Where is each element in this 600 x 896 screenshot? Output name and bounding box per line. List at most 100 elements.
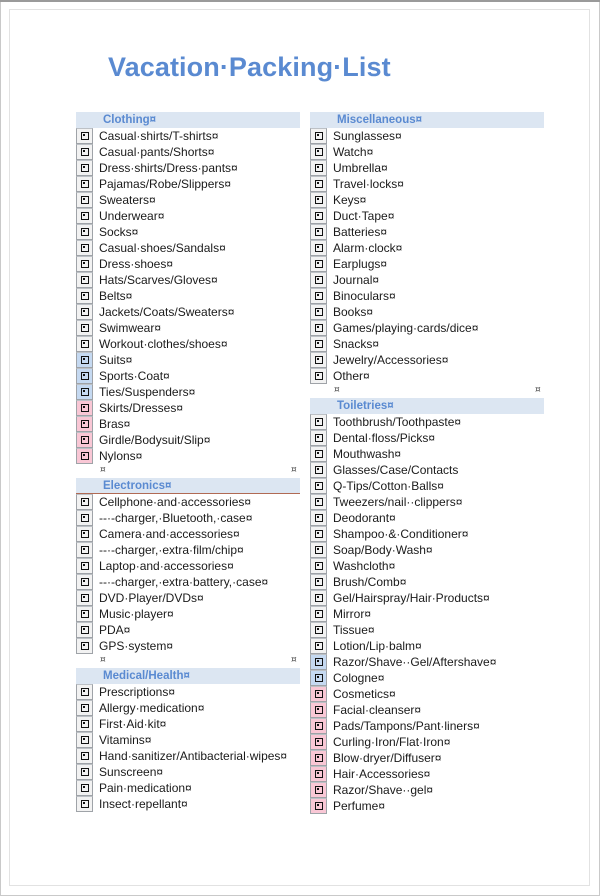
checkbox-cell-allergymedication[interactable]: [76, 700, 93, 716]
checkbox-cell-perfume[interactable]: [310, 798, 327, 814]
table-move-handle-icon[interactable]: ¤: [334, 386, 340, 395]
checkbox-cell-musicplayer[interactable]: [76, 606, 93, 622]
checkbox-cell-cellphoneandaccessories[interactable]: [76, 494, 93, 510]
checkbox-cell-painmedication[interactable]: [76, 780, 93, 796]
checkbox-cell-soap-bodywash[interactable]: [310, 542, 327, 558]
checkbox-cell-glasses-case-contacts[interactable]: [310, 462, 327, 478]
checkbox-cell-games-playingcards-dice[interactable]: [310, 320, 327, 336]
checkbox-cell-pajamas-robe-slippers[interactable]: [76, 176, 93, 192]
checkbox-cell-batteries[interactable]: [310, 224, 327, 240]
checkbox-cell-sportscoat[interactable]: [76, 368, 93, 384]
checkbox-cell-girdle-bodysuit-slip[interactable]: [76, 432, 93, 448]
checkbox-cell-insectrepellant[interactable]: [76, 796, 93, 812]
checkbox-cell-belts[interactable]: [76, 288, 93, 304]
list-item: Deodorant¤: [310, 510, 544, 526]
checkbox-cell-dressshoes[interactable]: [76, 256, 93, 272]
checkbox-cell-gel-hairspray-hairproducts[interactable]: [310, 590, 327, 606]
checkbox-cell-tweezers-nailclippers[interactable]: [310, 494, 327, 510]
section-electronics: Electronics¤ Cellphone·and·accessories¤ --…: [76, 478, 300, 654]
checkbox-cell-sunscreen[interactable]: [76, 764, 93, 780]
checkbox-cell-charger-extrabattery-case[interactable]: [76, 574, 93, 590]
table-resize-handle-icon[interactable]: ¤: [291, 466, 297, 475]
checkbox-cell-toothbrush-toothpaste[interactable]: [310, 414, 327, 430]
checkbox-cell-books[interactable]: [310, 304, 327, 320]
checkbox-cell-sweaters[interactable]: [76, 192, 93, 208]
item-label-insectrepellant: Insect·repellant¤: [99, 797, 188, 811]
checkbox-cell-shampoo-conditioner[interactable]: [310, 526, 327, 542]
checkbox-cell-sunglasses[interactable]: [310, 128, 327, 144]
checkbox-cell-earplugs[interactable]: [310, 256, 327, 272]
list-item: Socks¤: [76, 224, 300, 240]
table-move-handle-icon[interactable]: ¤: [100, 466, 106, 475]
checkbox-cell-curlingiron-flatiron[interactable]: [310, 734, 327, 750]
checkbox-cell-casualshoes-sandals[interactable]: [76, 240, 93, 256]
checkbox-cell-swimwear[interactable]: [76, 320, 93, 336]
checkbox-cell-dentalfloss-picks[interactable]: [310, 430, 327, 446]
checkbox-cell-journal[interactable]: [310, 272, 327, 288]
checkbox-cell-brush-comb[interactable]: [310, 574, 327, 590]
checkbox-cell-travellocks[interactable]: [310, 176, 327, 192]
checkbox-icon: [314, 738, 323, 746]
checkbox-cell-ties-suspenders[interactable]: [76, 384, 93, 400]
checkbox-cell-casualpants-shorts[interactable]: [76, 144, 93, 160]
checkbox-cell-alarmclock[interactable]: [310, 240, 327, 256]
checkbox-cell-jewelry-accessories[interactable]: [310, 352, 327, 368]
checkbox-cell-dressshirts-dresspants[interactable]: [76, 160, 93, 176]
table-resize-handle-icon[interactable]: ¤: [291, 656, 297, 665]
checkbox-cell-razor-shavegel-aftershave[interactable]: [310, 654, 327, 670]
checkbox-cell-facialcleanser[interactable]: [310, 702, 327, 718]
list-item: Dress·shoes¤: [76, 256, 300, 272]
checkbox-cell-cameraandaccessories[interactable]: [76, 526, 93, 542]
checkbox-icon: [80, 768, 89, 776]
checkbox-cell-charger-bluetooth-case[interactable]: [76, 510, 93, 526]
item-label-perfume: Perfume¤: [333, 799, 386, 813]
checkbox-cell-socks[interactable]: [76, 224, 93, 240]
checkbox-cell-jackets-coats-sweaters[interactable]: [76, 304, 93, 320]
checkbox-cell-hairaccessories[interactable]: [310, 766, 327, 782]
checkbox-cell-charger-extrafilm-chip[interactable]: [76, 542, 93, 558]
checkbox-cell-skirts-dresses[interactable]: [76, 400, 93, 416]
checkbox-cell-firstaidkit[interactable]: [76, 716, 93, 732]
checkbox-cell-snacks[interactable]: [310, 336, 327, 352]
checkbox-cell-q-tips-cottonballs[interactable]: [310, 478, 327, 494]
checkbox-cell-ducttape[interactable]: [310, 208, 327, 224]
checkbox-cell-tissue[interactable]: [310, 622, 327, 638]
list-item: Mirror¤: [310, 606, 544, 622]
checkbox-cell-workoutclothes-shoes[interactable]: [76, 336, 93, 352]
checkbox-cell-laptopandaccessories[interactable]: [76, 558, 93, 574]
checkbox-cell-razor-shavegel[interactable]: [310, 782, 327, 798]
checkbox-cell-suits[interactable]: [76, 352, 93, 368]
checkbox-cell-umbrella[interactable]: [310, 160, 327, 176]
checkbox-cell-binoculars[interactable]: [310, 288, 327, 304]
list-item: Dental·floss/Picks¤: [310, 430, 544, 446]
checkbox-cell-hats-scarves-gloves[interactable]: [76, 272, 93, 288]
checkbox-cell-bras[interactable]: [76, 416, 93, 432]
checkbox-cell-pads-tampons-pantliners[interactable]: [310, 718, 327, 734]
checkbox-cell-nylons[interactable]: [76, 448, 93, 464]
checkbox-cell-pda[interactable]: [76, 622, 93, 638]
checkbox-cell-cosmetics[interactable]: [310, 686, 327, 702]
checkbox-cell-other[interactable]: [310, 368, 327, 384]
checkbox-cell-prescriptions[interactable]: [76, 684, 93, 700]
checkbox-cell-handsanitizer-antibacterialwipes[interactable]: [76, 748, 93, 764]
list-item: Sunscreen¤: [76, 764, 300, 780]
list-item: Pads/Tampons/Pant·liners¤: [310, 718, 544, 734]
table-resize-handle-icon[interactable]: ¤: [535, 386, 541, 395]
checkbox-cell-watch[interactable]: [310, 144, 327, 160]
checkbox-cell-underwear[interactable]: [76, 208, 93, 224]
checkbox-cell-gpssystem[interactable]: [76, 638, 93, 654]
checkbox-cell-vitamins[interactable]: [76, 732, 93, 748]
checkbox-icon: [314, 212, 323, 220]
checkbox-cell-mouthwash[interactable]: [310, 446, 327, 462]
checkbox-cell-deodorant[interactable]: [310, 510, 327, 526]
checkbox-cell-cologne[interactable]: [310, 670, 327, 686]
checkbox-cell-dvdplayer-dvds[interactable]: [76, 590, 93, 606]
checkbox-cell-keys[interactable]: [310, 192, 327, 208]
checkbox-cell-casualshirts-t-shirts[interactable]: [76, 128, 93, 144]
checkbox-cell-lotion-lipbalm[interactable]: [310, 638, 327, 654]
checkbox-cell-washcloth[interactable]: [310, 558, 327, 574]
checkbox-cell-blowdryer-diffuser[interactable]: [310, 750, 327, 766]
table-move-handle-icon[interactable]: ¤: [100, 656, 106, 665]
list-item: Prescriptions¤: [76, 684, 300, 700]
checkbox-cell-mirror[interactable]: [310, 606, 327, 622]
